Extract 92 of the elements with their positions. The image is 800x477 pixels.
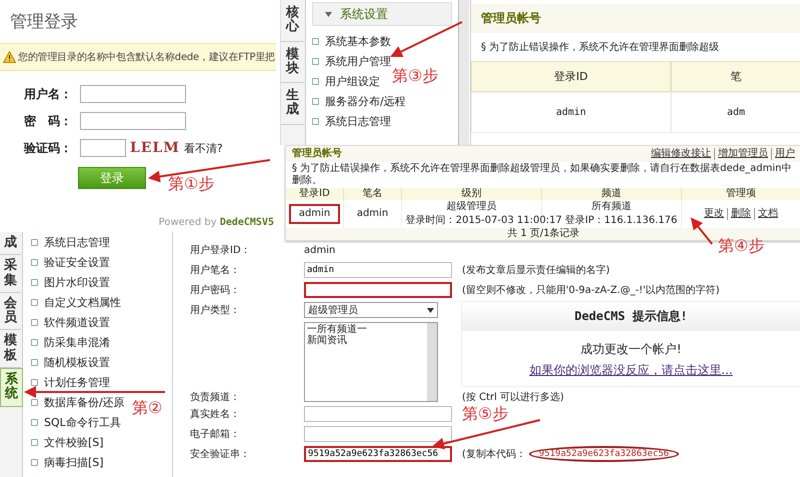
menu-item[interactable]: 病毒扫描[S]	[31, 452, 104, 472]
table-cell: 所有频道	[542, 200, 682, 214]
step-label: 第②	[132, 398, 162, 419]
hint-text: (留空则不修改，只能用'0-9a-zA-Z.@_-!'以内范围的字符)	[462, 284, 720, 297]
warning-text: 您的管理目录的名称中包含默认名称dede，建议在FTP里把	[18, 50, 275, 64]
caret-icon	[325, 12, 332, 16]
side-tab[interactable]: 生成	[281, 83, 304, 125]
powered-by-text: Powered by DedeCMSV5	[158, 217, 274, 228]
side-tab[interactable]: 核心	[281, 0, 304, 42]
column-header: 级别	[402, 188, 542, 200]
notice-text: § 为了防止错误操作，系统不允许在管理界面删除超级管理员，如果确实要删除，请自行在数据表dede_admin中删除。	[291, 162, 793, 188]
field-label: 真实姓名：	[189, 408, 241, 421]
action-link[interactable]: 文档	[754, 208, 778, 220]
message-text: 成功更改一个帐户!	[580, 341, 682, 358]
field-label: 验证码：	[24, 140, 73, 156]
warning-icon	[3, 51, 16, 63]
hint-text: (按 Ctrl 可以进行多选)	[462, 390, 564, 404]
menu-item[interactable]: 数据库备份/还原	[31, 392, 125, 412]
menu-header-text: 系统设置	[340, 6, 388, 22]
menu-item[interactable]: 系统日志管理	[31, 232, 110, 252]
table-cell: 超级管理员	[402, 200, 542, 214]
captcha-field[interactable]	[80, 139, 126, 157]
menu-header[interactable]: 系统设置	[312, 2, 452, 26]
input-field[interactable]	[304, 406, 452, 422]
menu-item[interactable]: 文件校验[S]	[31, 432, 104, 452]
header-link[interactable]: 增加管理员	[714, 148, 768, 160]
annotation-arrow	[690, 217, 713, 245]
input-field[interactable]	[304, 426, 452, 442]
column-header: 管理项	[682, 188, 800, 200]
header-link[interactable]: 用户	[771, 148, 795, 160]
menu-item[interactable]: 系统日志管理	[312, 111, 391, 131]
hint-text: (发布文章后显示责任编辑的名字)	[462, 264, 610, 277]
step-label: 第⑤步	[462, 404, 508, 425]
field-label: 密 码：	[24, 112, 73, 130]
captcha-image: LELM	[130, 140, 180, 156]
menu-item[interactable]: 随机模板设置	[31, 352, 110, 372]
field-label: 用户笔名：	[189, 264, 241, 277]
step-label: 第①步	[168, 174, 214, 195]
action-link[interactable]: 删除	[727, 208, 751, 220]
menu-item[interactable]: 图片水印设置	[31, 272, 110, 292]
table-cell: adm	[671, 92, 800, 133]
field-label: 电子邮箱：	[189, 428, 241, 441]
message-title: DedeCMS 提示信息!	[462, 302, 800, 331]
column-header: 笔名	[344, 188, 402, 200]
step-label: 第③步	[392, 66, 438, 87]
field-label: 安全验证串：	[189, 448, 251, 461]
field-label: 用户类型：	[189, 304, 241, 317]
dropdown[interactable]: 超级管理员	[304, 302, 438, 318]
panel-title: 管理员帐号	[471, 4, 800, 33]
redirect-link[interactable]: 如果你的浏览器没反应，请点击这里...	[529, 362, 733, 379]
menu-item[interactable]: 计划任务管理	[31, 372, 110, 392]
input-field[interactable]: 9519a52a9e623fa32863ec56	[304, 446, 452, 462]
panel-title: 管理员帐号	[292, 148, 342, 160]
field-label: 用户名：	[24, 86, 73, 102]
login-title: 管理登录	[10, 11, 78, 33]
column-header: 登录ID	[286, 188, 344, 200]
header-link[interactable]: 编辑修改接让	[651, 148, 711, 160]
input-field[interactable]	[304, 282, 452, 298]
table-cell: admin	[471, 92, 671, 133]
code-text: 9519a52a9e623fa32863ec56	[528, 446, 679, 462]
column-header: 笔	[671, 61, 800, 92]
table-cell: admin	[288, 204, 340, 224]
refresh-captcha-link[interactable]: 看不清?	[184, 140, 223, 156]
hint-text: (复制本代码：	[462, 448, 526, 461]
side-tab[interactable]: 成	[0, 232, 21, 256]
list-box[interactable]: 一所有频道一 新闻资讯	[304, 322, 438, 402]
input-field[interactable]	[80, 85, 186, 103]
field-label: 用户密码：	[189, 284, 241, 297]
menu-item[interactable]: 自定义文档属性	[31, 292, 121, 312]
side-tab[interactable]: 系统	[0, 368, 23, 407]
notice-text: § 为了防止错误操作，系统不允许在管理界面删除超级	[480, 40, 720, 55]
side-tab[interactable]: 会员	[0, 292, 21, 330]
menu-item[interactable]: 系统基本参数	[312, 31, 391, 51]
menu-item[interactable]: 服务器分布/远程	[312, 91, 406, 111]
input-field[interactable]	[80, 112, 186, 130]
menu-item[interactable]: SQL命令行工具	[31, 412, 121, 432]
menu-item[interactable]: 系统用户管理	[312, 51, 391, 71]
field-label: 用户登录ID：	[189, 244, 252, 257]
menu-item[interactable]: 软件频道设置	[31, 312, 110, 332]
input-field[interactable]: admin	[304, 262, 452, 278]
menu-item[interactable]: 验证安全设置	[31, 252, 110, 272]
scrollbar[interactable]	[458, 0, 469, 145]
field-label: 负责频道：	[189, 390, 241, 404]
action-link[interactable]: 更改	[704, 208, 724, 220]
menu-item[interactable]: 用户组设定	[312, 71, 380, 91]
side-tab[interactable]: 模块	[281, 42, 304, 84]
menu-item[interactable]: 防采集串混淆	[31, 332, 110, 352]
field-value: admin	[304, 244, 336, 256]
column-header: 频道	[542, 188, 682, 200]
side-tab[interactable]: 采集	[0, 255, 21, 293]
dropdown-arrow-icon	[427, 308, 434, 312]
column-header: 登录ID	[471, 61, 671, 92]
